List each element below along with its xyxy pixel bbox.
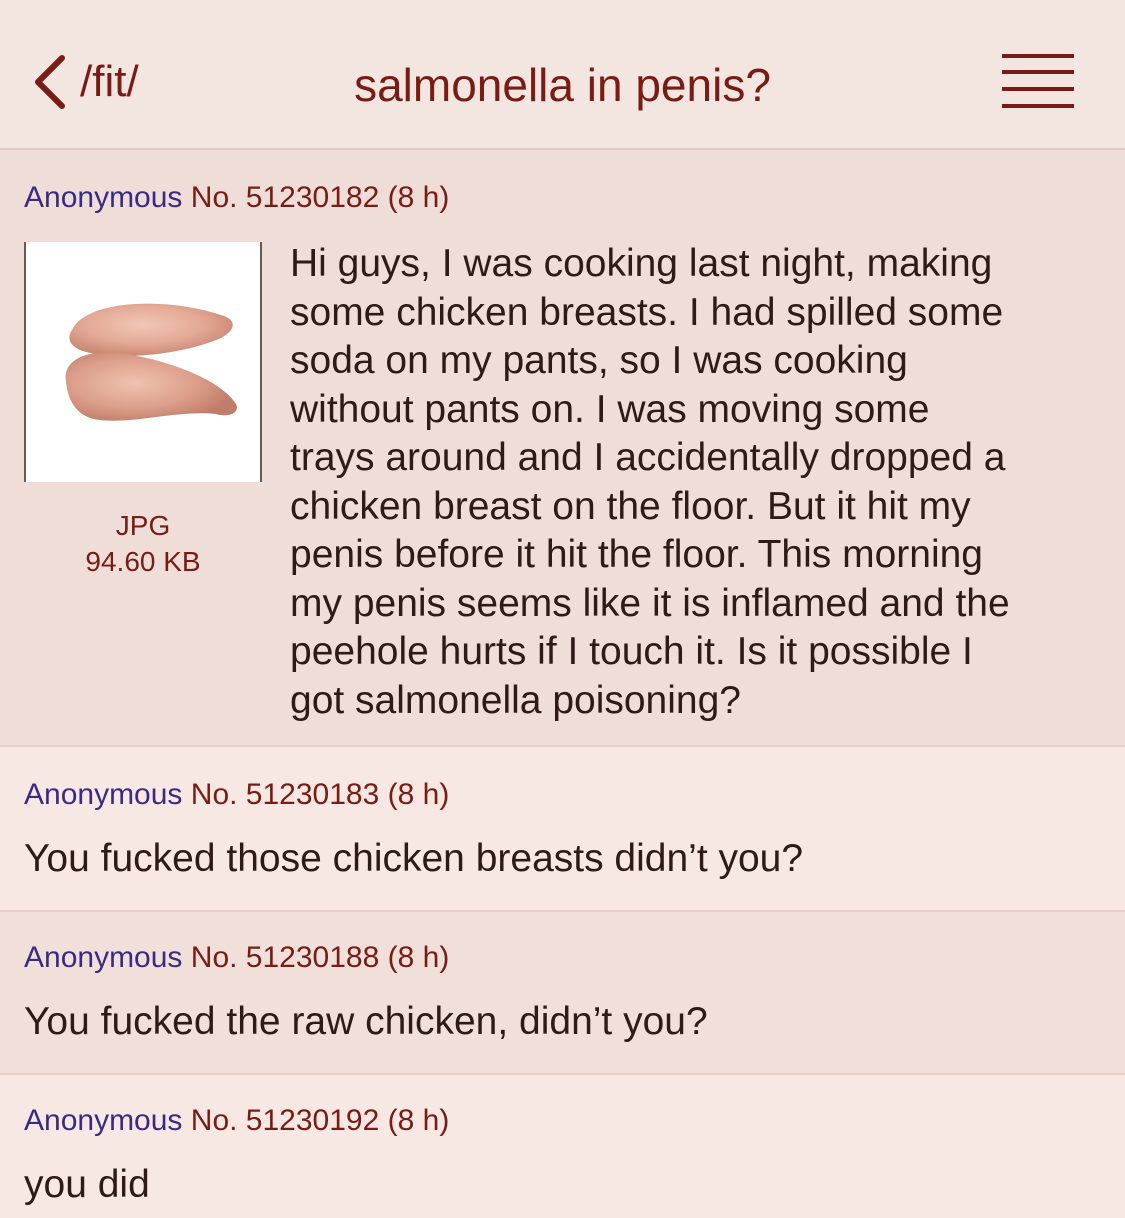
file-info: JPG 94.60 KB	[24, 508, 262, 580]
thread-title: salmonella in penis?	[354, 59, 771, 111]
post-number[interactable]: No. 51230188	[191, 941, 380, 974]
post-number[interactable]: No. 51230192	[191, 1104, 380, 1137]
post-age: (8 h)	[387, 181, 450, 214]
post-age: (8 h)	[387, 941, 450, 974]
post-text-line: some chicken breasts. I had spilled some	[290, 290, 1004, 334]
chicken-breast-image	[65, 303, 237, 421]
reply-post-body: You fucked those chicken breasts didn’t …	[24, 837, 804, 880]
post-text-line: got salmonella poisoning?	[290, 678, 741, 722]
post-age: (8 h)	[387, 778, 450, 811]
reply-post: Anonymous No. 51230192 (8 h) you did	[0, 1075, 1125, 1218]
hamburger-menu-icon[interactable]	[1000, 52, 1076, 110]
post-image-thumbnail[interactable]	[24, 242, 262, 482]
post-header: Anonymous No. 51230183 (8 h)	[24, 777, 449, 813]
post-header: Anonymous No. 51230188 (8 h)	[24, 940, 449, 976]
file-size: 94.60 KB	[85, 546, 201, 577]
post-header: Anonymous No. 51230192 (8 h)	[24, 1103, 449, 1139]
op-post-body: Hi guys, I was cooking last night, makin…	[290, 240, 1110, 725]
reply-post: Anonymous No. 51230183 (8 h) You fucked …	[0, 747, 1125, 912]
reply-post-body: you did	[24, 1163, 150, 1206]
post-text-line: soda on my pants, so I was cooking	[290, 339, 908, 382]
post-text-line: peehole hurts if I touch it. Is it possi…	[290, 630, 973, 673]
post-text-line: chicken breast on the floor. But it hit …	[290, 484, 971, 528]
file-type: JPG	[115, 510, 171, 541]
poster-name: Anonymous	[24, 941, 183, 974]
post-text-line: trays around and I accidentally dropped …	[290, 436, 1006, 479]
post-number[interactable]: No. 51230183	[191, 778, 380, 811]
reply-post: Anonymous No. 51230188 (8 h) You fucked …	[0, 912, 1125, 1075]
poster-name: Anonymous	[24, 778, 183, 811]
post-number[interactable]: No. 51230182	[191, 181, 380, 214]
post-text-line: without pants on. I was moving some	[290, 387, 930, 431]
post-age: (8 h)	[387, 1104, 450, 1137]
poster-name: Anonymous	[24, 181, 183, 214]
reply-post-body: You fucked the raw chicken, didn’t you?	[24, 1000, 708, 1043]
thread-header: /fit/ salmonella in penis?	[0, 0, 1125, 150]
post-text-line: Hi guys, I was cooking last night, makin…	[290, 242, 993, 285]
post-text-line: my penis seems like it is inflamed and t…	[290, 581, 1010, 625]
post-header: Anonymous No. 51230182 (8 h)	[24, 180, 449, 216]
poster-name: Anonymous	[24, 1104, 183, 1137]
post-text-line: penis before it hit the floor. This morn…	[290, 533, 983, 576]
